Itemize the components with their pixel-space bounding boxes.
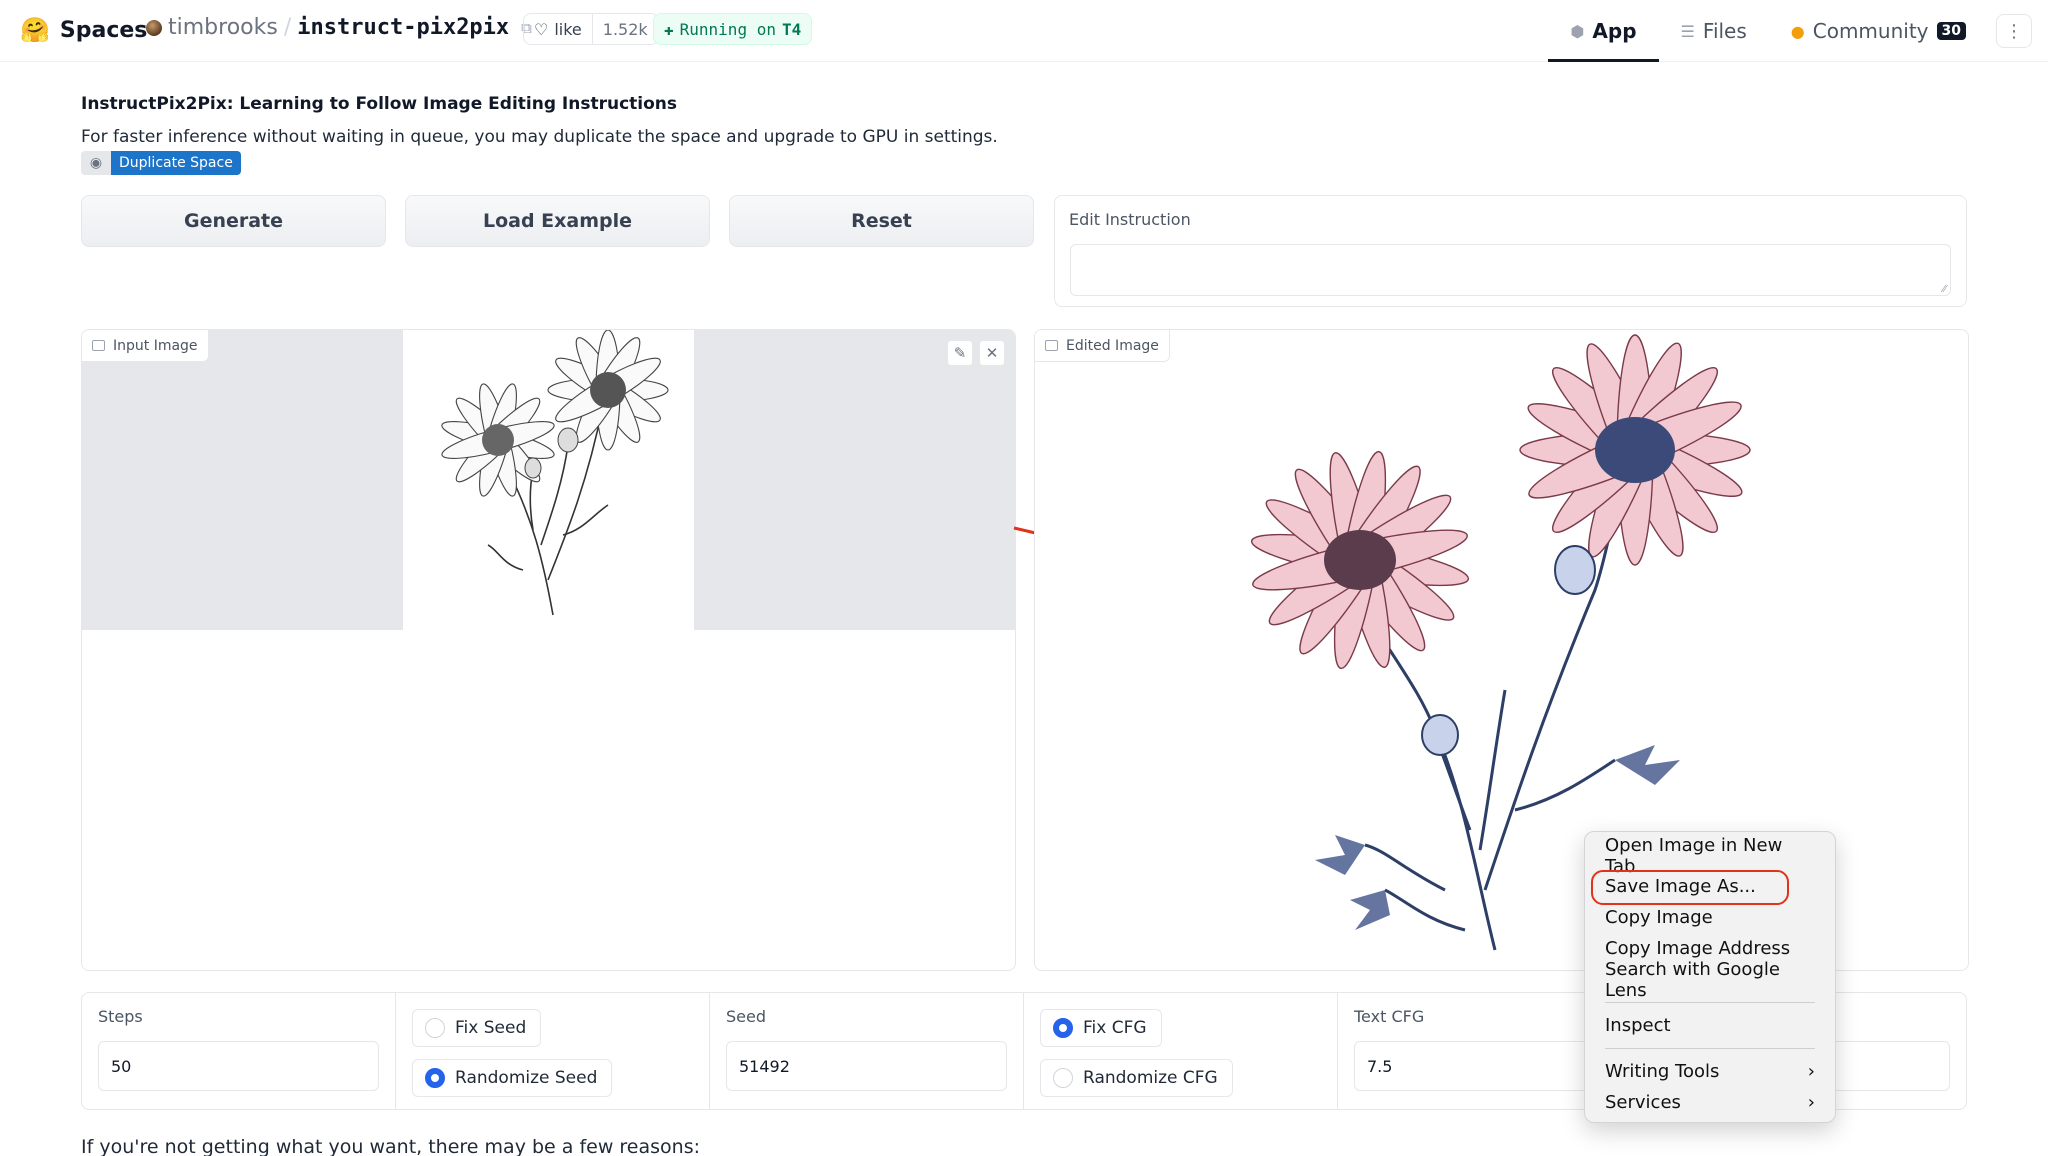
edit-pencil-icon[interactable]: ✎ [947,340,973,366]
cube-icon: ⬢ [1570,21,1585,41]
community-icon: ● [1790,21,1805,41]
like-button[interactable]: ♡ like 1.52k [523,13,659,45]
menu-inspect[interactable]: Inspect [1585,1010,1835,1041]
steps-input[interactable]: 50 [98,1041,379,1091]
fix-seed-radio[interactable]: Fix Seed [412,1009,542,1047]
edited-image-label-text: Edited Image [1066,337,1159,354]
input-image-canvas[interactable] [82,330,1015,630]
edited-image-label: Edited Image [1035,330,1170,362]
seed-input[interactable]: 51492 [726,1041,1007,1091]
seed-mode-control: Fix Seed Randomize Seed [396,993,710,1109]
page-title: InstructPix2Pix: Learning to Follow Imag… [81,94,678,114]
menu-services[interactable]: Services › [1585,1087,1835,1118]
input-image-tools: ✎ ✕ [947,340,1005,366]
menu-divider [1605,1048,1815,1049]
radio-on-icon [1053,1018,1073,1038]
tab-files[interactable]: ☰ Files [1659,0,1769,62]
owner-avatar [146,19,162,36]
menu-item-label: Open Image in New Tab [1605,834,1783,877]
cfg-mode-control: Fix CFG Randomize CFG [1024,993,1338,1109]
duplicate-space-button[interactable]: ◉ Duplicate Space [81,151,241,175]
plus-icon: ✚ [664,19,674,39]
community-count-badge: 30 [1936,22,1966,40]
menu-item-label: Copy Image Address [1605,938,1791,959]
top-navbar: 🤗 Spaces timbrooks / instruct-pix2pix ⧉ … [0,0,2048,62]
chevron-right-icon: › [1807,1061,1815,1082]
hugging-face-logo-icon: 🤗 [20,16,50,44]
radio-off-icon [425,1018,445,1038]
breadcrumb-separator: / [283,15,292,40]
steps-label: Steps [98,1007,143,1026]
menu-item-label: Copy Image [1605,907,1713,928]
menu-copy-image[interactable]: Copy Image [1585,902,1835,933]
reset-button[interactable]: Reset [729,195,1034,247]
menu-search-google-lens[interactable]: Search with Google Lens [1585,959,1835,1001]
menu-item-label: Writing Tools [1605,1061,1720,1082]
duplicate-space-label: Duplicate Space [111,151,241,175]
input-image[interactable] [403,330,694,630]
status-hardware: T4 [781,19,802,39]
sketch-daisy-illustration [441,330,669,616]
menu-item-label: Search with Google Lens [1605,958,1780,1001]
tab-files-label: Files [1702,19,1747,43]
like-count[interactable]: 1.52k [593,20,658,39]
menu-writing-tools[interactable]: Writing Tools › [1585,1056,1835,1087]
image-icon [92,340,105,351]
input-image-label-text: Input Image [113,337,198,354]
load-example-button[interactable]: Load Example [405,195,710,247]
menu-divider [1605,1002,1815,1003]
edit-instruction-panel: Edit Instruction [1054,195,1967,307]
heart-icon: ♡ [534,19,549,39]
chevron-right-icon: › [1807,1092,1815,1113]
duplicate-icon: ◉ [81,151,111,175]
seed-control: Seed 51492 [710,993,1024,1109]
more-options-icon[interactable]: ⋮ [1996,14,2032,48]
radio-on-icon [425,1068,445,1088]
randomize-cfg-label: Randomize CFG [1083,1068,1218,1088]
menu-open-image-new-tab[interactable]: Open Image in New Tab [1585,835,1835,877]
tips-intro-text: If you're not getting what you want, the… [81,1136,700,1156]
menu-item-label: Inspect [1605,1015,1671,1036]
steps-control: Steps 50 [82,993,396,1109]
generate-button[interactable]: Generate [81,195,386,247]
like-label: like [554,19,582,39]
space-tabs: ⬢ App ☰ Files ● Community 30 ⋮ [1548,0,2048,62]
edit-instruction-label: Edit Instruction [1069,210,1191,229]
input-image-panel: Input Image ✎ ✕ [81,329,1016,971]
randomize-cfg-radio[interactable]: Randomize CFG [1040,1059,1233,1097]
breadcrumb: timbrooks / instruct-pix2pix ⧉ [146,15,532,40]
randomize-seed-radio[interactable]: Randomize Seed [412,1059,613,1097]
page-subtitle: For faster inference without waiting in … [81,127,998,147]
files-icon: ☰ [1680,21,1695,41]
image-icon [1045,340,1058,351]
radio-off-icon [1053,1068,1073,1088]
fix-seed-label: Fix Seed [455,1018,527,1038]
randomize-seed-label: Randomize Seed [455,1068,598,1088]
owner-link[interactable]: timbrooks [168,15,278,40]
repo-name-link[interactable]: instruct-pix2pix [297,15,509,40]
tab-community[interactable]: ● Community 30 [1769,0,1988,62]
status-text: Running on [679,19,776,39]
brand-name: Spaces [59,17,148,43]
tab-app-label: App [1592,19,1637,43]
tab-community-label: Community [1812,19,1929,43]
close-icon[interactable]: ✕ [979,340,1005,366]
menu-item-label: Services [1605,1092,1681,1113]
seed-label: Seed [726,1007,766,1026]
fix-cfg-radio[interactable]: Fix CFG [1040,1009,1162,1047]
menu-item-label: Save Image As... [1605,876,1756,897]
status-badge[interactable]: ✚ Running on T4 [653,13,813,45]
edit-instruction-input[interactable] [1070,244,1951,296]
tab-app[interactable]: ⬢ App [1548,0,1659,62]
text-cfg-label: Text CFG [1354,1007,1425,1026]
spaces-home-link[interactable]: 🤗 Spaces [20,16,147,44]
input-image-label: Input Image [82,330,209,362]
fix-cfg-label: Fix CFG [1083,1018,1147,1038]
image-context-menu: Open Image in New Tab Save Image As... C… [1584,831,1836,1123]
